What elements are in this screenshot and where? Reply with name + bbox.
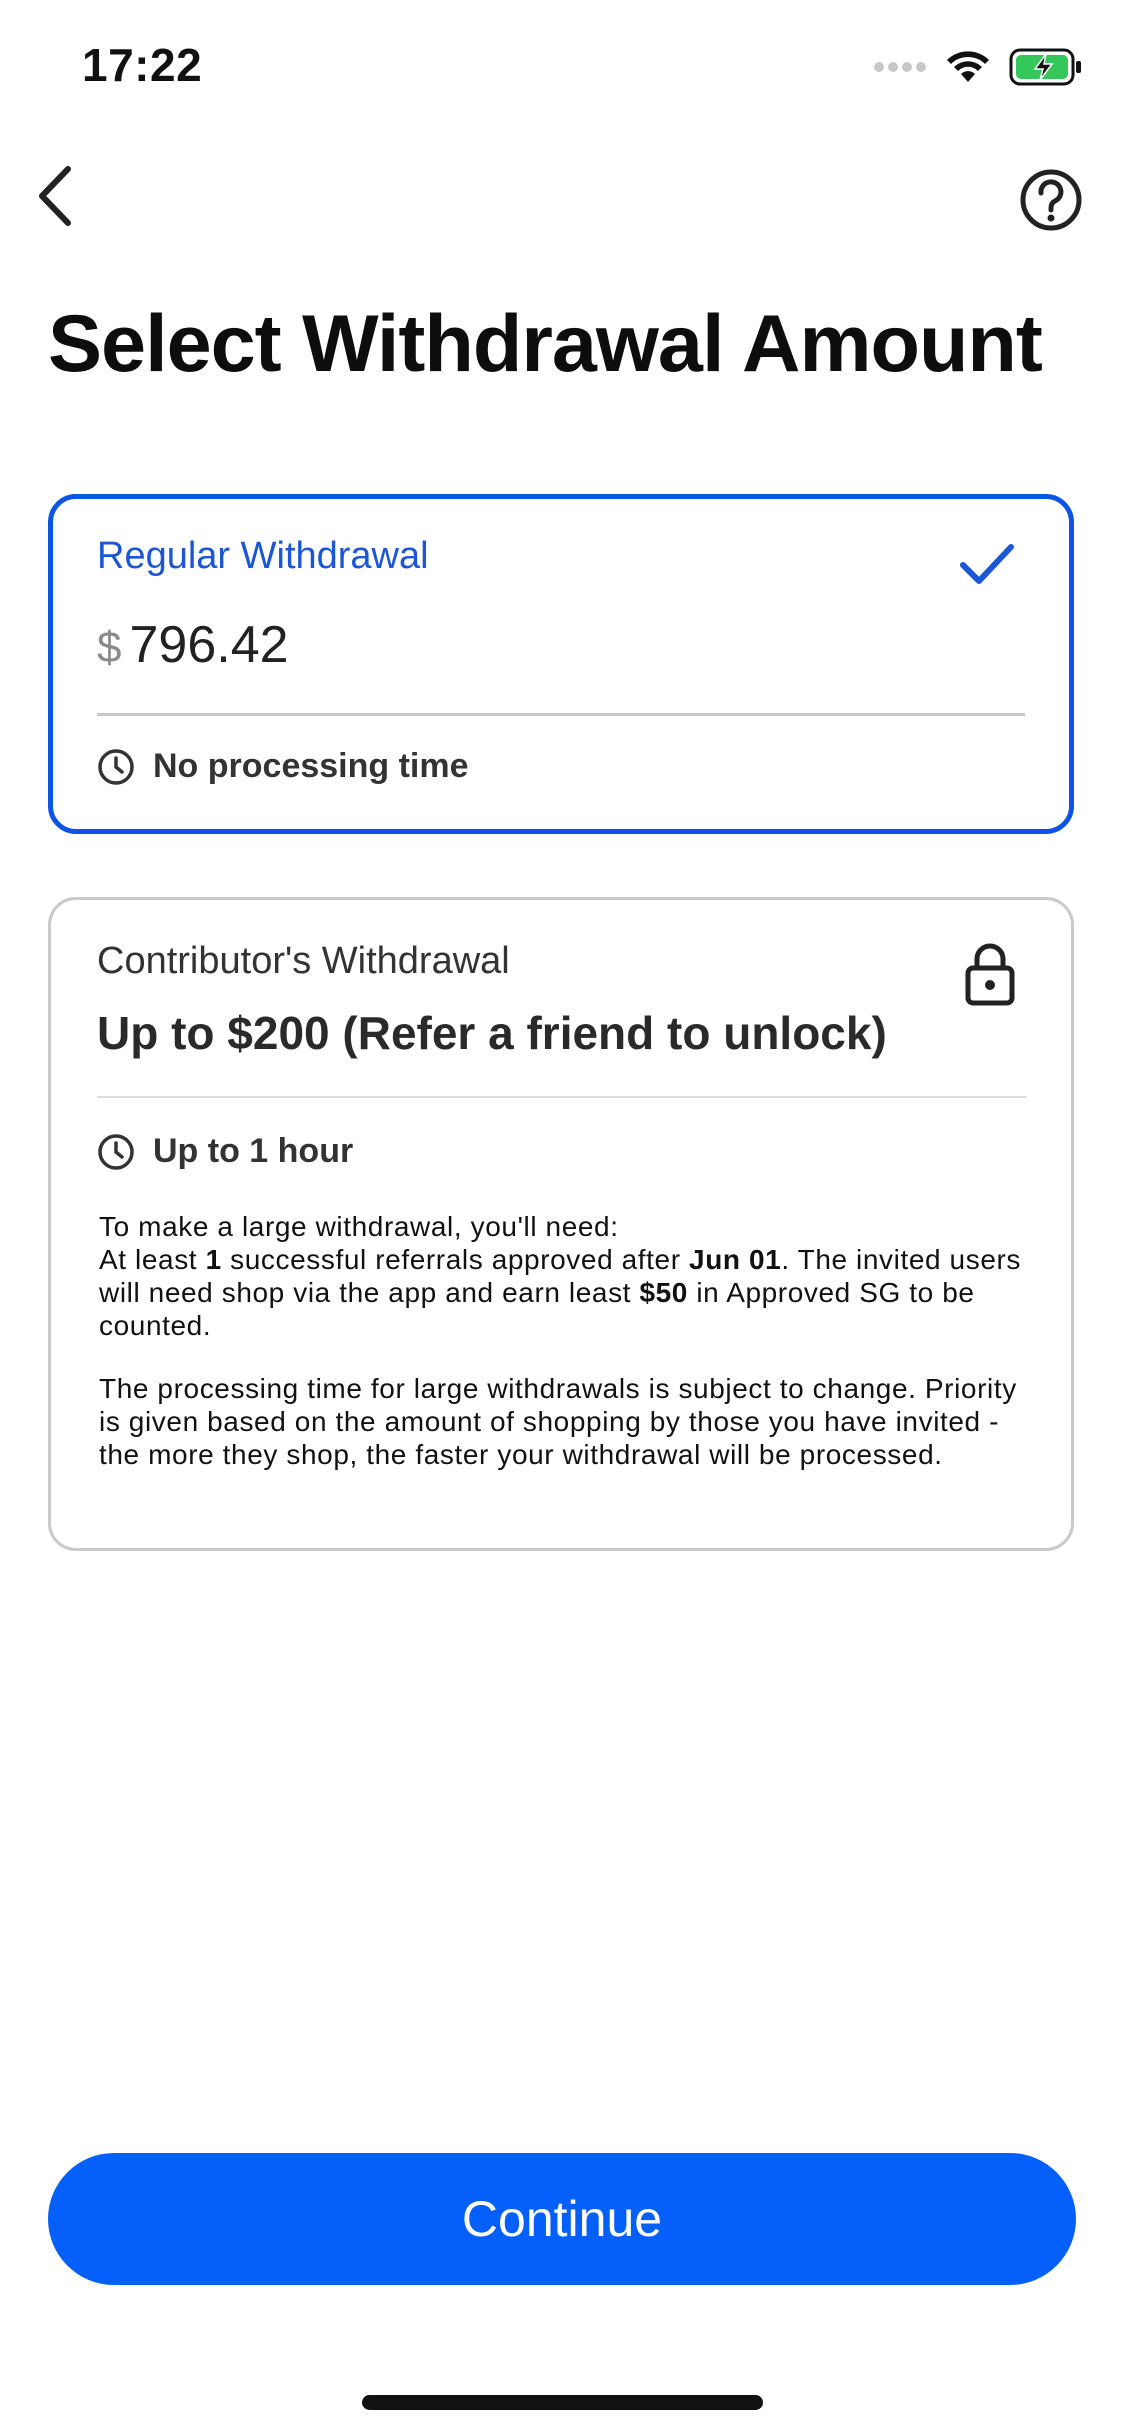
battery-charging-icon xyxy=(1009,48,1083,91)
checkmark-icon xyxy=(959,543,1015,592)
requirements-intro: To make a large withdrawal, you'll need: xyxy=(99,1211,619,1242)
status-time: 17:22 xyxy=(82,39,203,91)
back-button[interactable] xyxy=(18,160,90,232)
contributor-withdrawal-subtitle: Up to $200 (Refer a friend to unlock) xyxy=(97,1007,887,1059)
help-button[interactable] xyxy=(1015,164,1087,236)
divider xyxy=(97,1096,1027,1098)
home-indicator xyxy=(362,2395,763,2410)
clock-icon xyxy=(98,1133,134,1170)
chevron-left-icon xyxy=(39,166,71,226)
processing-time-label: No processing time xyxy=(153,747,469,785)
amount-value: 796.42 xyxy=(129,616,289,674)
lock-icon xyxy=(965,942,1015,1011)
currency-symbol: $ xyxy=(97,623,122,672)
divider xyxy=(97,713,1025,716)
withdrawal-amount: $ 796.42 xyxy=(97,615,289,675)
processing-time-row: Up to 1 hour xyxy=(97,1132,353,1171)
withdrawal-requirements-text: To make a large withdrawal, you'll need:… xyxy=(99,1210,1039,1471)
clock-icon xyxy=(98,748,134,785)
contributor-withdrawal-title: Contributor's Withdrawal xyxy=(97,940,510,982)
processing-time-row: No processing time xyxy=(97,747,469,786)
question-circle-icon xyxy=(1020,169,1082,231)
requirements-detail: At least 1 successful referrals approved… xyxy=(99,1244,1022,1341)
contributor-withdrawal-option[interactable]: Contributor's Withdrawal Up to $200 (Ref… xyxy=(48,897,1074,1551)
page-title: Select Withdrawal Amount xyxy=(48,299,1043,389)
wifi-icon xyxy=(945,49,991,90)
processing-time-label: Up to 1 hour xyxy=(153,1132,354,1170)
regular-withdrawal-option[interactable]: Regular Withdrawal $ 796.42 No processin… xyxy=(48,494,1074,834)
continue-button[interactable]: Continue xyxy=(48,2153,1076,2285)
status-icons xyxy=(873,48,1083,91)
processing-note: The processing time for large withdrawal… xyxy=(99,1373,1017,1470)
signal-icon xyxy=(873,60,927,79)
regular-withdrawal-title: Regular Withdrawal xyxy=(97,535,429,577)
